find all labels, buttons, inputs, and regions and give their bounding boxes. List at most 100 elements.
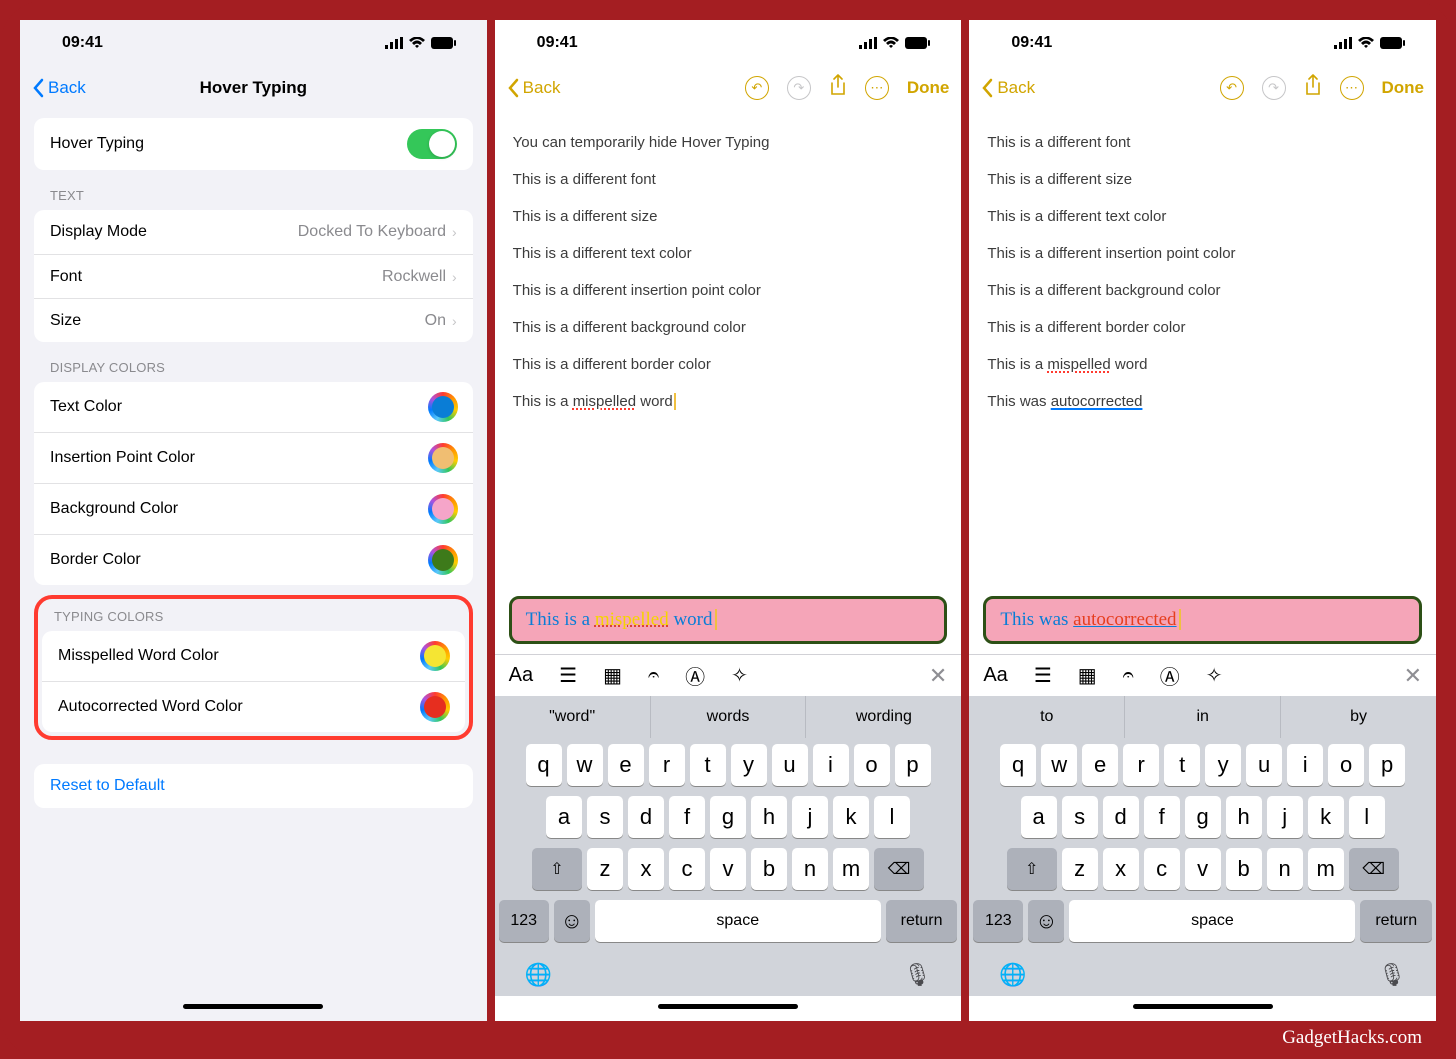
undo-icon[interactable]: ↶	[1220, 76, 1244, 100]
numbers-key[interactable]: 123	[973, 900, 1023, 942]
key-n[interactable]: n	[792, 848, 828, 890]
back-button[interactable]: Back	[507, 78, 561, 98]
reset-button[interactable]: Reset to Default	[34, 764, 473, 808]
home-indicator[interactable]	[658, 1004, 798, 1009]
key-p[interactable]: p	[895, 744, 931, 786]
suggestion[interactable]: in	[1125, 696, 1281, 738]
key-v[interactable]: v	[710, 848, 746, 890]
key-b[interactable]: b	[751, 848, 787, 890]
key-q[interactable]: q	[526, 744, 562, 786]
display-color-row-2[interactable]: Background Color	[34, 483, 473, 534]
key-f[interactable]: f	[669, 796, 705, 838]
format-icon[interactable]: Aa	[983, 664, 1007, 687]
undo-icon[interactable]: ↶	[745, 76, 769, 100]
key-i[interactable]: i	[1287, 744, 1323, 786]
display-color-row-0[interactable]: Text Color	[34, 382, 473, 432]
key-s[interactable]: s	[587, 796, 623, 838]
key-x[interactable]: x	[628, 848, 664, 890]
key-t[interactable]: t	[1164, 744, 1200, 786]
key-e[interactable]: e	[1082, 744, 1118, 786]
key-p[interactable]: p	[1369, 744, 1405, 786]
checklist-icon[interactable]: ☰	[1034, 663, 1052, 688]
key-e[interactable]: e	[608, 744, 644, 786]
mic-icon[interactable]: 🎙	[903, 962, 931, 988]
key-n[interactable]: n	[1267, 848, 1303, 890]
mic-icon[interactable]: 🎙	[1378, 962, 1406, 988]
display-color-row-1[interactable]: Insertion Point Color	[34, 432, 473, 483]
key-d[interactable]: d	[1103, 796, 1139, 838]
key-v[interactable]: v	[1185, 848, 1221, 890]
key-f[interactable]: f	[1144, 796, 1180, 838]
close-keyboard-icon[interactable]: ✕	[929, 663, 947, 689]
key-d[interactable]: d	[628, 796, 664, 838]
size-row[interactable]: Size On ›	[34, 298, 473, 342]
key-a[interactable]: a	[1021, 796, 1057, 838]
typing-color-row-0[interactable]: Misspelled Word Color	[42, 631, 465, 681]
key-m[interactable]: m	[1308, 848, 1344, 890]
display-color-row-3[interactable]: Border Color	[34, 534, 473, 585]
key-s[interactable]: s	[1062, 796, 1098, 838]
key-b[interactable]: b	[1226, 848, 1262, 890]
attach-icon[interactable]: 𝄐	[648, 664, 659, 687]
share-icon[interactable]	[829, 74, 847, 102]
checklist-icon[interactable]: ☰	[559, 663, 577, 688]
more-icon[interactable]: ⋯	[865, 76, 889, 100]
key-l[interactable]: l	[874, 796, 910, 838]
format-icon[interactable]: Aa	[509, 664, 533, 687]
suggestion[interactable]: to	[969, 696, 1125, 738]
font-row[interactable]: Font Rockwell ›	[34, 254, 473, 298]
key-z[interactable]: z	[587, 848, 623, 890]
table-icon[interactable]: ▦	[1078, 663, 1097, 688]
delete-key[interactable]: ⌫	[874, 848, 924, 890]
numbers-key[interactable]: 123	[499, 900, 549, 942]
emoji-key[interactable]: ☺	[554, 900, 590, 942]
ai-icon[interactable]: ✧	[731, 663, 748, 688]
key-r[interactable]: r	[1123, 744, 1159, 786]
markup-icon[interactable]: Ⓐ	[685, 661, 705, 690]
delete-key[interactable]: ⌫	[1349, 848, 1399, 890]
more-icon[interactable]: ⋯	[1340, 76, 1364, 100]
key-u[interactable]: u	[1246, 744, 1282, 786]
key-q[interactable]: q	[1000, 744, 1036, 786]
suggestion[interactable]: "word"	[495, 696, 651, 738]
key-m[interactable]: m	[833, 848, 869, 890]
key-r[interactable]: r	[649, 744, 685, 786]
key-y[interactable]: y	[1205, 744, 1241, 786]
globe-icon[interactable]: 🌐	[525, 962, 552, 988]
back-button[interactable]: Back	[32, 78, 86, 98]
key-g[interactable]: g	[1185, 796, 1221, 838]
key-u[interactable]: u	[772, 744, 808, 786]
space-key[interactable]: space	[1069, 900, 1355, 942]
shift-key[interactable]: ⇧	[532, 848, 582, 890]
key-k[interactable]: k	[833, 796, 869, 838]
key-o[interactable]: o	[1328, 744, 1364, 786]
typing-color-row-1[interactable]: Autocorrected Word Color	[42, 681, 465, 732]
key-a[interactable]: a	[546, 796, 582, 838]
close-keyboard-icon[interactable]: ✕	[1404, 663, 1422, 689]
key-k[interactable]: k	[1308, 796, 1344, 838]
markup-icon[interactable]: Ⓐ	[1160, 661, 1180, 690]
table-icon[interactable]: ▦	[603, 663, 622, 688]
return-key[interactable]: return	[1360, 900, 1432, 942]
key-y[interactable]: y	[731, 744, 767, 786]
hover-typing-toggle-row[interactable]: Hover Typing	[34, 118, 473, 170]
done-button[interactable]: Done	[1382, 78, 1425, 98]
ai-icon[interactable]: ✧	[1206, 663, 1223, 688]
home-indicator[interactable]	[1133, 1004, 1273, 1009]
note-content[interactable]: You can temporarily hide Hover TypingThi…	[495, 110, 962, 590]
key-w[interactable]: w	[567, 744, 603, 786]
key-c[interactable]: c	[1144, 848, 1180, 890]
key-w[interactable]: w	[1041, 744, 1077, 786]
suggestion[interactable]: by	[1281, 696, 1436, 738]
share-icon[interactable]	[1304, 74, 1322, 102]
note-content[interactable]: This is a different fontThis is a differ…	[969, 110, 1436, 590]
key-h[interactable]: h	[751, 796, 787, 838]
key-l[interactable]: l	[1349, 796, 1385, 838]
emoji-key[interactable]: ☺	[1028, 900, 1064, 942]
key-c[interactable]: c	[669, 848, 705, 890]
key-x[interactable]: x	[1103, 848, 1139, 890]
display-mode-row[interactable]: Display Mode Docked To Keyboard ›	[34, 210, 473, 254]
toggle-switch[interactable]	[407, 129, 457, 159]
attach-icon[interactable]: 𝄐	[1123, 664, 1134, 687]
done-button[interactable]: Done	[907, 78, 950, 98]
